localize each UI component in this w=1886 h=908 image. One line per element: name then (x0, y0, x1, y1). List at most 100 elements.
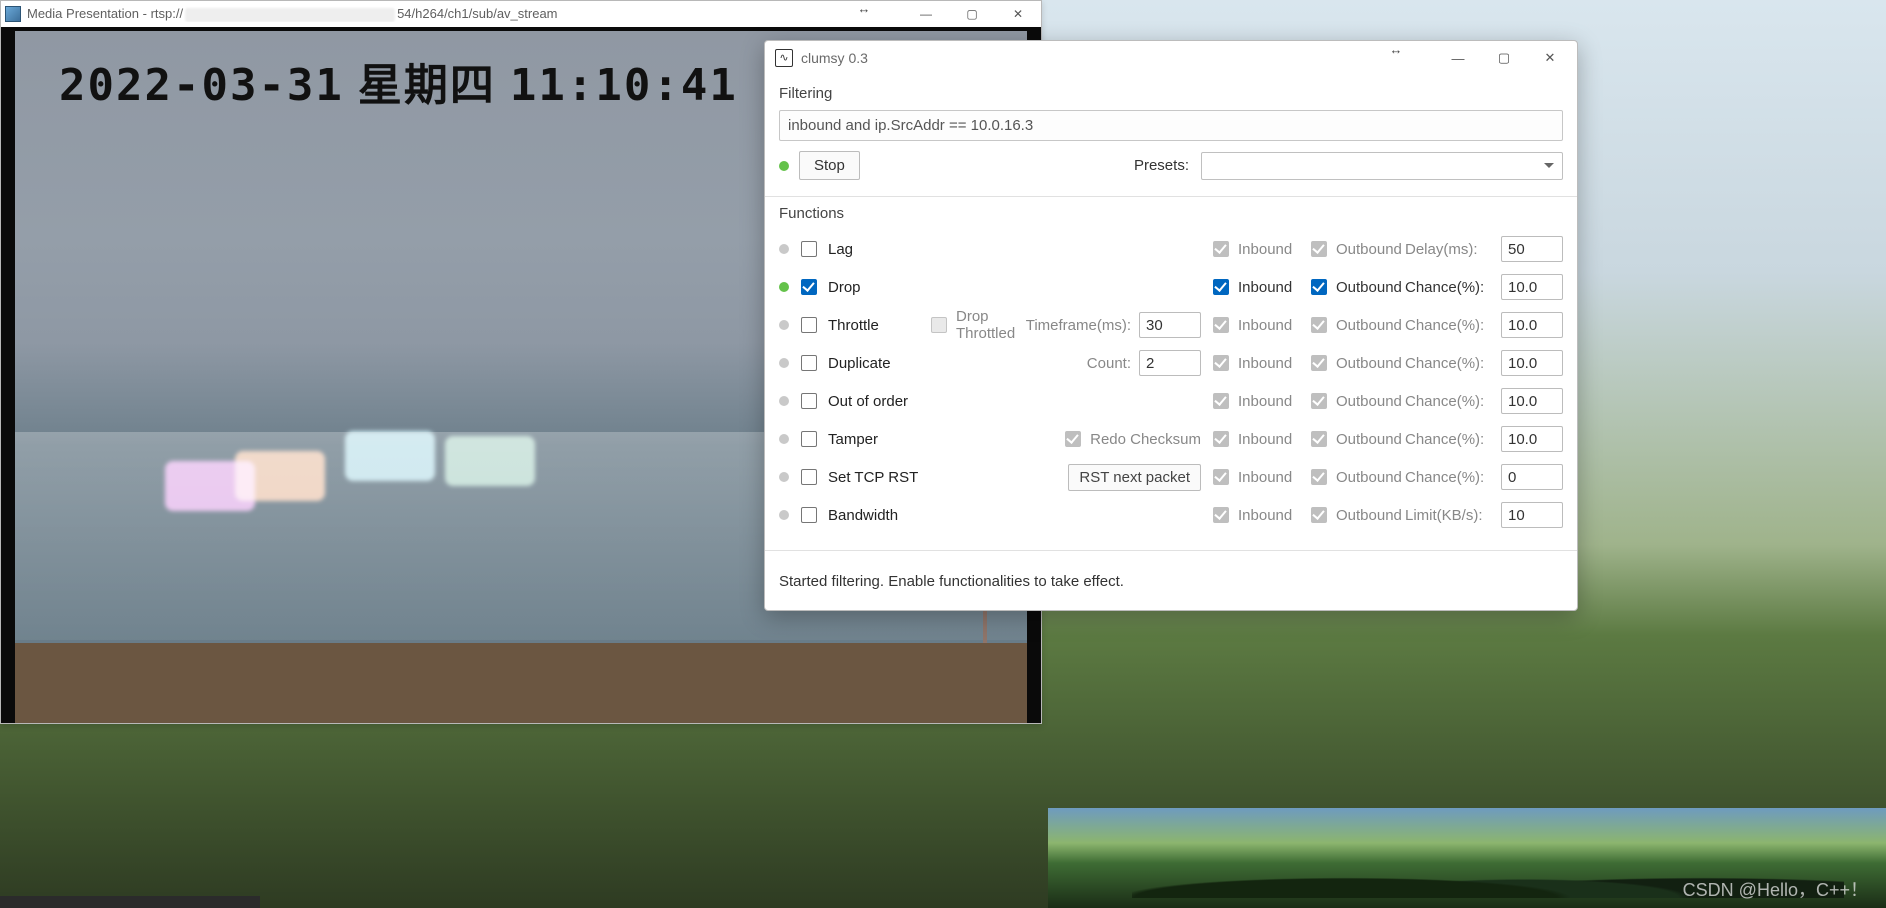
redo-checksum-checkbox (1065, 431, 1081, 447)
lag-checkbox[interactable] (801, 241, 817, 257)
drop-chance-input[interactable] (1501, 274, 1563, 300)
media-window-title: Media Presentation - rtsp:// 54/h264/ch1/… (27, 6, 558, 22)
media-title-suffix: 54/h264/ch1/sub/av_stream (397, 6, 557, 21)
tcp-rst-checkbox[interactable] (801, 469, 817, 485)
tamper-checkbox[interactable] (801, 431, 817, 447)
throttle-chance-input[interactable] (1501, 312, 1563, 338)
tamper-outbound-checkbox (1311, 431, 1327, 447)
outbound-label: Outbound (1336, 279, 1402, 296)
inbound-label: Inbound (1238, 241, 1292, 258)
duplicate-inbound-checkbox (1213, 355, 1229, 371)
media-app-icon (5, 6, 21, 22)
drop-status-dot-icon (779, 282, 789, 292)
bandwidth-checkbox[interactable] (801, 507, 817, 523)
ooo-inbound-checkbox (1213, 393, 1229, 409)
tamper-param-label: Chance(%): (1405, 431, 1493, 448)
media-title-prefix: Media Presentation - rtsp:// (27, 6, 183, 21)
video-ground (15, 643, 1027, 723)
inbound-label: Inbound (1238, 393, 1292, 410)
ooo-status-dot-icon (779, 396, 789, 406)
bandwidth-param-label: Limit(KB/s): (1405, 507, 1493, 524)
tamper-inbound-checkbox (1213, 431, 1229, 447)
status-message: Started filtering. Enable functionalitie… (779, 559, 1563, 606)
video-artifact (235, 451, 325, 501)
duplicate-label: Duplicate (828, 355, 891, 372)
clumsy-window-title: clumsy 0.3 (801, 50, 868, 66)
ooo-outbound-checkbox (1311, 393, 1327, 409)
minimize-button[interactable]: — (1435, 42, 1481, 74)
drop-inbound-checkbox[interactable] (1213, 279, 1229, 295)
maximize-button[interactable]: ▢ (949, 1, 995, 27)
start-stop-button[interactable]: Stop (799, 151, 860, 180)
outbound-label: Outbound (1336, 469, 1402, 486)
out-of-order-checkbox[interactable] (801, 393, 817, 409)
video-osd-overlay: 2022-03-31星期四11:10:41 (59, 49, 738, 113)
ooo-chance-input[interactable] (1501, 388, 1563, 414)
presets-label: Presets: (1134, 157, 1189, 174)
media-title-hidden (185, 8, 395, 22)
lag-delay-input[interactable] (1501, 236, 1563, 262)
bandwidth-outbound-checkbox (1311, 507, 1327, 523)
throttle-param-label: Chance(%): (1405, 317, 1493, 334)
function-row-tamper: Tamper Redo Checksum Inbound Outbound Ch… (779, 420, 1563, 458)
duplicate-count-input[interactable] (1139, 350, 1201, 376)
rst-next-packet-button[interactable]: RST next packet (1068, 464, 1201, 491)
inbound-label: Inbound (1238, 431, 1292, 448)
duplicate-chance-input[interactable] (1501, 350, 1563, 376)
function-row-bandwidth: Bandwidth Inbound Outbound Limit(KB/s): (779, 496, 1563, 534)
rst-chance-input[interactable] (1501, 464, 1563, 490)
presets-dropdown[interactable] (1201, 152, 1563, 180)
media-titlebar: Media Presentation - rtsp:// 54/h264/ch1/… (1, 1, 1041, 27)
maximize-button[interactable]: ▢ (1481, 42, 1527, 74)
inbound-label: Inbound (1238, 317, 1292, 334)
tamper-status-dot-icon (779, 434, 789, 444)
lag-label: Lag (828, 241, 853, 258)
throttle-outbound-checkbox (1311, 317, 1327, 333)
wallpaper-trees (1132, 853, 1844, 898)
outbound-label: Outbound (1336, 355, 1402, 372)
count-label: Count: (1087, 355, 1131, 372)
resize-handle-icon[interactable]: ↔ (1387, 42, 1405, 56)
lag-inbound-checkbox (1213, 241, 1229, 257)
minimize-button[interactable]: — (903, 1, 949, 27)
clumsy-window: ∿ clumsy 0.3 ↔ — ▢ ✕ Filtering Stop Pres… (764, 40, 1578, 611)
clumsy-app-icon: ∿ (775, 49, 793, 67)
drop-outbound-checkbox[interactable] (1311, 279, 1327, 295)
duplicate-checkbox[interactable] (801, 355, 817, 371)
filter-expression-input[interactable] (779, 110, 1563, 141)
duplicate-outbound-checkbox (1311, 355, 1327, 371)
out-of-order-label: Out of order (828, 393, 908, 410)
drop-throttled-label: Drop Throttled (956, 308, 1018, 342)
lag-param-label: Delay(ms): (1405, 241, 1493, 258)
resize-handle-icon[interactable]: ↔ (855, 1, 873, 15)
lag-outbound-checkbox (1311, 241, 1327, 257)
bandwidth-label: Bandwidth (828, 507, 898, 524)
rst-status-dot-icon (779, 472, 789, 482)
timeframe-label: Timeframe(ms): (1026, 317, 1131, 334)
function-row-lag: Lag Inbound Outbound Delay(ms): (779, 230, 1563, 268)
clumsy-titlebar[interactable]: ∿ clumsy 0.3 ↔ — ▢ ✕ (765, 41, 1577, 75)
bandwidth-limit-input[interactable] (1501, 502, 1563, 528)
filtering-label: Filtering (779, 85, 1563, 102)
tamper-chance-input[interactable] (1501, 426, 1563, 452)
inbound-label: Inbound (1238, 279, 1292, 296)
close-button[interactable]: ✕ (995, 1, 1041, 27)
function-row-duplicate: Duplicate Count: Inbound Outbound Chance… (779, 344, 1563, 382)
function-row-out-of-order: Out of order Inbound Outbound Chance(%): (779, 382, 1563, 420)
ooo-param-label: Chance(%): (1405, 393, 1493, 410)
lag-status-dot-icon (779, 244, 789, 254)
close-button[interactable]: ✕ (1527, 42, 1573, 74)
taskbar-hint (0, 896, 260, 908)
throttle-timeframe-input[interactable] (1139, 312, 1201, 338)
throttle-status-dot-icon (779, 320, 789, 330)
tamper-label: Tamper (828, 431, 878, 448)
drop-checkbox[interactable] (801, 279, 817, 295)
drop-throttled-checkbox (931, 317, 947, 333)
bandwidth-status-dot-icon (779, 510, 789, 520)
drop-label: Drop (828, 279, 861, 296)
throttle-checkbox[interactable] (801, 317, 817, 333)
throttle-label: Throttle (828, 317, 879, 334)
video-artifact (345, 431, 435, 481)
inbound-label: Inbound (1238, 469, 1292, 486)
osd-date: 2022-03-31 (59, 60, 344, 111)
